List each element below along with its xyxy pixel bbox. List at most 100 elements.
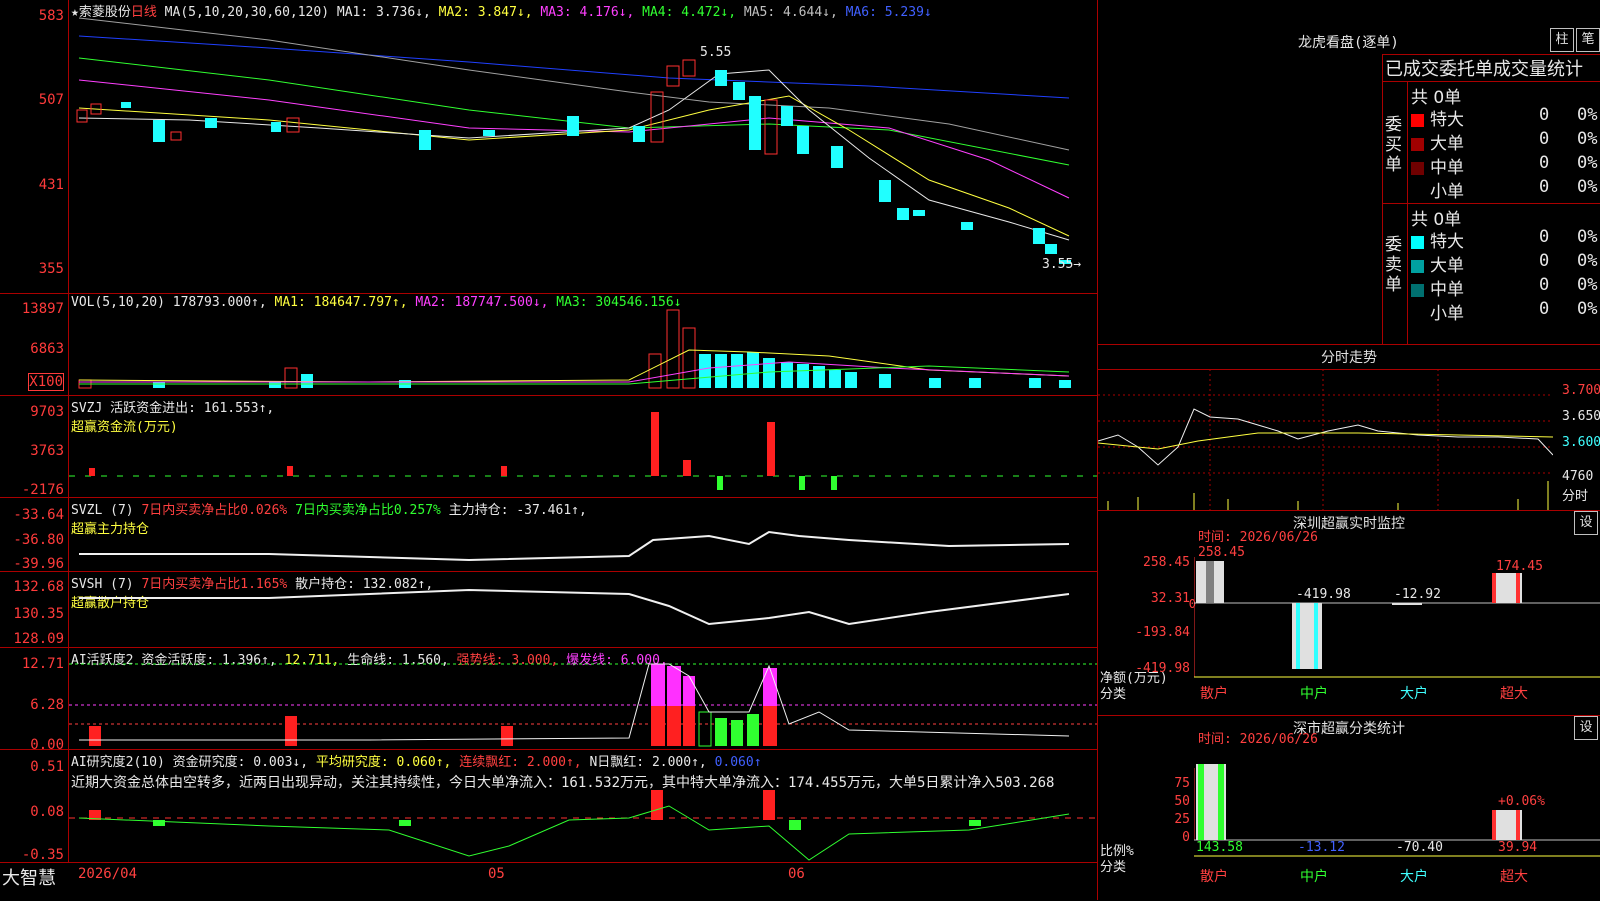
volume-panel[interactable]: 13897 6863 X100 VOL(5,10,20) 178793.000↑…: [0, 293, 1097, 396]
date-tick: 2026/04: [78, 866, 138, 882]
date-axis: 大智慧 2026/04 05 06: [0, 862, 1097, 901]
monitor-category: 超大: [1500, 686, 1528, 702]
low-price-label: 3.55→: [1042, 257, 1082, 272]
order-row: 大单 0 0%: [1411, 129, 1599, 154]
stats-category: 超大: [1500, 869, 1528, 885]
ai2-e: 0.060↑: [714, 755, 762, 770]
order-size-label: 特大: [1430, 232, 1464, 252]
color-swatch: [1411, 186, 1424, 199]
kline-panel[interactable]: 583 507 431 355 ★索菱股份日线 MA(5,10,20,30,60…: [0, 0, 1097, 293]
monitor-chart: [1194, 557, 1600, 678]
svzj-panel[interactable]: 9703 3763 -2176 SVZJ 活跃资金进出: 161.553↑, 超…: [0, 395, 1097, 498]
monitor-time: 时间: 2026/06/26: [1198, 530, 1318, 545]
order-row: 中单 0 0%: [1411, 275, 1599, 300]
ai-activity-panel[interactable]: 12.71 6.28 0.00 AI活跃度2 资金活跃度: 1.396↑, 12…: [0, 647, 1097, 753]
brand-label: 大智慧: [2, 868, 56, 889]
stats-tick-label: 50: [1174, 794, 1190, 809]
order-row: 特大 0 0%: [1411, 227, 1599, 252]
kline-chart: [76, 17, 1071, 264]
stats-category: 大户: [1400, 869, 1428, 885]
order-count: 0: [1539, 105, 1550, 125]
stats-value-label: -13.12: [1298, 840, 1345, 855]
color-swatch: [1411, 259, 1424, 273]
order-count: 0: [1539, 299, 1550, 319]
monitor-panel[interactable]: 深圳超赢实时监控 设 时间: 2026/06/26 258.45 32.31 0…: [1098, 510, 1600, 716]
price-tick-label: 355: [38, 261, 64, 277]
lhb-header: 已成交委托单成交量统计: [1385, 59, 1583, 80]
order-count: 0: [1539, 153, 1550, 173]
monitor-category: 中户: [1300, 686, 1328, 702]
order-count: 0: [1539, 251, 1550, 271]
color-swatch: [1411, 308, 1424, 321]
ai2-b: 平均研究度: 0.060↑,: [315, 755, 452, 770]
ai-research-chart: [69, 790, 1097, 861]
svzl-panel[interactable]: -33.64 -36.80 -39.96 SVZL (7) 7日内买卖净占比0.…: [0, 497, 1097, 572]
intraday-panel[interactable]: 分时走势 3.700 3.650 3.600 4760 分时: [1098, 344, 1600, 511]
volume-tick-label: 13897: [21, 301, 64, 317]
order-percent: 0%: [1577, 105, 1598, 125]
volume-unit-label: X100: [28, 373, 64, 391]
svzl-tick-label: -36.80: [13, 532, 64, 548]
ai-activity-chart: [69, 663, 1097, 747]
price-axis: 583 507 431 355: [0, 0, 69, 293]
svzj-tick-label: 3763: [30, 443, 64, 459]
monitor-value-label: 174.45: [1496, 559, 1543, 574]
order-size-label: 中单: [1430, 158, 1464, 178]
ai-activity-axis: 12.71 6.28 0.00: [0, 648, 69, 753]
monitor-tick-label: -193.84: [1135, 625, 1190, 640]
ai2-d: N日飘红: 2.000↑,: [589, 755, 707, 770]
order-percent: 0%: [1577, 227, 1598, 247]
order-percent: 0%: [1577, 275, 1598, 295]
monitor-value-label: -12.92: [1394, 587, 1441, 602]
intraday-volume-label: 4760: [1562, 469, 1594, 484]
order-row: 小单 0 0%: [1411, 299, 1599, 324]
svsh-tick-label: 128.09: [13, 631, 64, 647]
ai2-title: AI研究度2(10) 资金研究度: 0.003↓, 平均研究度: 0.060↑,…: [71, 751, 762, 770]
ai2-c: 连续飘红: 2.000↑,: [459, 755, 582, 770]
volume-axis: 13897 6863 X100: [0, 294, 69, 396]
order-row: 特大 0 0%: [1411, 105, 1599, 130]
monitor-xlabel: 分类: [1100, 687, 1127, 702]
svsh-panel[interactable]: 132.68 130.35 128.09 SVSH (7) 7日内买卖净占比1.…: [0, 571, 1097, 648]
buy-order-label: 委买单: [1385, 115, 1402, 175]
order-size-label: 大单: [1430, 134, 1464, 154]
monitor-title: 深圳超赢实时监控: [1293, 516, 1405, 532]
intraday-unit-label: 分时: [1562, 489, 1589, 504]
bar-view-button[interactable]: 柱: [1550, 28, 1574, 52]
ai2-tick-label: 0.51: [30, 759, 64, 775]
svzl-tick-label: -39.96: [13, 556, 64, 572]
color-swatch: [1411, 283, 1424, 297]
ma3-line: [78, 79, 1070, 199]
stats-settings-button[interactable]: 设: [1574, 716, 1598, 740]
lhb-title: 龙虎看盘(逐单): [1298, 35, 1399, 51]
stats-extra-label: +0.06%: [1498, 794, 1545, 809]
volume-chart: [78, 309, 1071, 389]
ai-research-panel[interactable]: 0.51 0.08 -0.35 AI研究度2(10) 资金研究度: 0.003↓…: [0, 749, 1097, 863]
monitor-settings-button[interactable]: 设: [1574, 511, 1598, 535]
svzl-chart: [79, 530, 1070, 562]
svzl-axis: -33.64 -36.80 -39.96: [0, 498, 69, 572]
price-tick-label: 507: [38, 92, 64, 108]
color-swatch: [1411, 235, 1424, 249]
order-count: 0: [1539, 129, 1550, 149]
order-row: 大单 0 0%: [1411, 251, 1599, 276]
stats-title: 深市超赢分类统计: [1293, 721, 1405, 737]
lhb-table: 已成交委托单成交量统计 委买单 共 0单 特大 0 0% 大单 0 0% 中单 0 0% 小单 0 0…: [1382, 54, 1600, 345]
date-tick: 05: [488, 866, 505, 882]
intraday-price-label: 3.700: [1562, 383, 1600, 398]
monitor-value-label: -419.98: [1296, 587, 1351, 602]
stats-panel[interactable]: 深市超赢分类统计 设 时间: 2026/06/26 75 50 25 0 比例%…: [1098, 715, 1600, 901]
order-count: 0: [1539, 177, 1550, 197]
order-percent: 0%: [1577, 177, 1598, 197]
svzl-tick-label: -33.64: [13, 507, 64, 523]
ma6-line: [78, 35, 1070, 99]
stats-xlabel: 分类: [1100, 860, 1127, 875]
tick-view-button[interactable]: 笔: [1576, 28, 1600, 52]
candles: [76, 59, 1071, 264]
stats-tick-label: 75: [1174, 776, 1190, 791]
order-size-label: 小单: [1430, 182, 1464, 202]
ai-research-axis: 0.51 0.08 -0.35: [0, 750, 69, 863]
order-percent: 0%: [1577, 251, 1598, 271]
order-percent: 0%: [1577, 129, 1598, 149]
monitor-tick-label: 258.45: [1143, 555, 1190, 570]
